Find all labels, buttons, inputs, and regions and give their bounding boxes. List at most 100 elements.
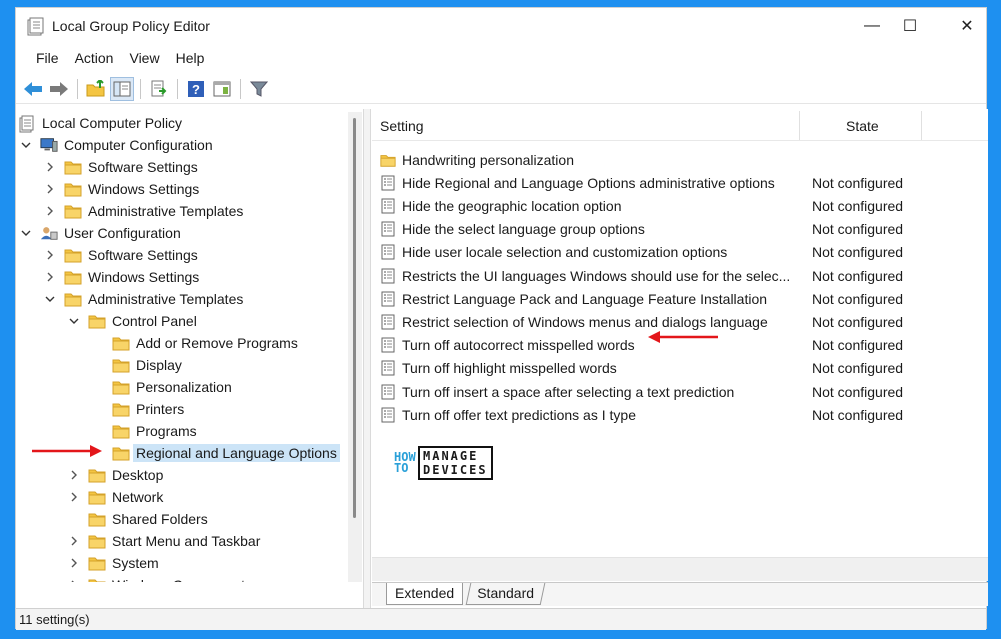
setting-name: Turn off insert a space after selecting … xyxy=(402,383,735,400)
tab-extended[interactable]: Extended xyxy=(386,583,464,605)
list-setting-row[interactable]: Hide the geographic location option Not c… xyxy=(372,194,988,217)
chevron-right-icon[interactable] xyxy=(68,491,80,503)
tree-item[interactable]: Personalization xyxy=(92,376,232,398)
setting-state: Not configured xyxy=(812,174,904,191)
menu-file[interactable]: File xyxy=(28,46,67,70)
folder-icon xyxy=(64,291,82,307)
tree-item[interactable]: Windows Components xyxy=(68,574,252,582)
tree-item[interactable]: Windows Settings xyxy=(44,178,199,200)
list-setting-row[interactable]: Turn off offer text predictions as I typ… xyxy=(372,403,988,426)
tree-item[interactable]: Regional and Language Options xyxy=(92,442,340,464)
maximize-button[interactable]: ☐ xyxy=(896,14,924,38)
tree-item[interactable]: Network xyxy=(68,486,163,508)
list-horizontal-scrollbar[interactable] xyxy=(372,557,988,581)
tree-item[interactable]: Software Settings xyxy=(44,244,198,266)
tree-item[interactable]: System xyxy=(68,552,159,574)
tab-standard[interactable]: Standard xyxy=(465,583,546,605)
setting-icon xyxy=(380,384,396,400)
chevron-right-icon[interactable] xyxy=(44,271,56,283)
chevron-right-icon[interactable] xyxy=(44,183,56,195)
list-setting-row[interactable]: Restricts the UI languages Windows shoul… xyxy=(372,264,988,287)
properties-view-icon[interactable] xyxy=(210,77,234,101)
setting-state: Not configured xyxy=(812,383,904,400)
svg-text:?: ? xyxy=(192,82,200,97)
tab-standard-label: Standard xyxy=(477,585,535,601)
chevron-right-icon[interactable] xyxy=(44,249,56,261)
chevron-right-icon[interactable] xyxy=(44,161,56,173)
menu-action[interactable]: Action xyxy=(67,46,122,70)
tree-item[interactable]: Local Computer Policy xyxy=(18,112,182,134)
minimize-button[interactable]: — xyxy=(858,14,886,38)
list-setting-row[interactable]: Hide the select language group options No… xyxy=(372,218,988,241)
tree-item[interactable]: Shared Folders xyxy=(68,508,208,530)
chevron-down-icon[interactable] xyxy=(20,227,32,239)
tree-item-label: Control Panel xyxy=(112,313,197,329)
chevron-down-icon[interactable] xyxy=(20,139,32,151)
tree-item-label: Network xyxy=(112,489,164,505)
folder-icon xyxy=(112,357,130,373)
policy-editor-icon xyxy=(26,17,44,37)
folder-icon xyxy=(112,401,130,417)
folder-icon xyxy=(88,489,106,505)
folder-icon xyxy=(88,555,106,571)
tree-item[interactable]: Control Panel xyxy=(68,310,197,332)
window-title: Local Group Policy Editor xyxy=(52,18,210,34)
chevron-down-icon[interactable] xyxy=(68,315,80,327)
show-hide-tree-icon[interactable] xyxy=(110,76,134,101)
list-setting-row[interactable]: Turn off insert a space after selecting … xyxy=(372,380,988,403)
pane-splitter[interactable] xyxy=(363,109,371,609)
setting-name: Restricts the UI languages Windows shoul… xyxy=(402,267,791,284)
chevron-right-icon[interactable] xyxy=(44,205,56,217)
folder-icon xyxy=(380,152,396,168)
tree-item[interactable]: Programs xyxy=(92,420,197,442)
tree-item[interactable]: Windows Settings xyxy=(44,266,199,288)
folder-icon xyxy=(112,445,130,461)
back-arrow-icon[interactable] xyxy=(21,77,45,101)
list-setting-row[interactable]: Hide user locale selection and customiza… xyxy=(372,241,988,264)
list-setting-row[interactable]: Restrict Language Pack and Language Feat… xyxy=(372,287,988,310)
filter-icon[interactable] xyxy=(247,77,271,101)
forward-arrow-icon[interactable] xyxy=(47,77,71,101)
tree-item[interactable]: Add or Remove Programs xyxy=(92,332,298,354)
folder-icon xyxy=(88,313,106,329)
export-list-icon[interactable] xyxy=(147,77,171,101)
help-icon[interactable]: ? xyxy=(184,77,208,101)
setting-name: Hide Regional and Language Options admin… xyxy=(402,174,775,191)
toolbar-separator xyxy=(77,78,78,99)
tree-item[interactable]: Administrative Templates xyxy=(44,200,243,222)
setting-column-header[interactable]: Setting xyxy=(372,111,800,140)
setting-state: Not configured xyxy=(812,406,904,423)
folder-icon xyxy=(88,467,106,483)
list-folder-row[interactable]: Handwriting personalization xyxy=(372,148,988,171)
chevron-right-icon[interactable] xyxy=(68,535,80,547)
setting-state: Not configured xyxy=(812,221,904,238)
tree-item[interactable]: Printers xyxy=(92,398,184,420)
menu-help[interactable]: Help xyxy=(168,46,213,70)
tree-item[interactable]: Administrative Templates xyxy=(44,288,243,310)
tree-item[interactable]: User Configuration xyxy=(20,222,181,244)
tree-item[interactable]: Software Settings xyxy=(44,156,198,178)
list-setting-row[interactable]: Turn off highlight misspelled words Not c… xyxy=(372,357,988,380)
setting-name: Hide user locale selection and customiza… xyxy=(402,244,728,261)
list-setting-row[interactable]: Hide Regional and Language Options admin… xyxy=(372,171,988,194)
tree-item[interactable]: Computer Configuration xyxy=(20,134,213,156)
tree-item[interactable]: Start Menu and Taskbar xyxy=(68,530,260,552)
tree-item[interactable]: Desktop xyxy=(68,464,163,486)
chevron-right-icon[interactable] xyxy=(68,557,80,569)
up-folder-icon[interactable] xyxy=(84,77,108,101)
setting-name: Restrict selection of Windows menus and … xyxy=(402,313,768,330)
list-header: Setting State xyxy=(372,111,988,141)
tree-scrollbar-thumb[interactable] xyxy=(353,118,356,518)
menu-view[interactable]: View xyxy=(121,46,167,70)
state-column-header[interactable]: State xyxy=(800,111,922,140)
chevron-right-icon[interactable] xyxy=(68,579,80,582)
close-button[interactable]: ✕ xyxy=(953,14,981,38)
chevron-down-icon[interactable] xyxy=(44,293,56,305)
tree-scrollbar[interactable] xyxy=(348,112,362,582)
tree-item[interactable]: Display xyxy=(92,354,182,376)
tree-item-label: Programs xyxy=(136,423,197,439)
chevron-right-icon[interactable] xyxy=(68,469,80,481)
folder-icon xyxy=(112,423,130,439)
